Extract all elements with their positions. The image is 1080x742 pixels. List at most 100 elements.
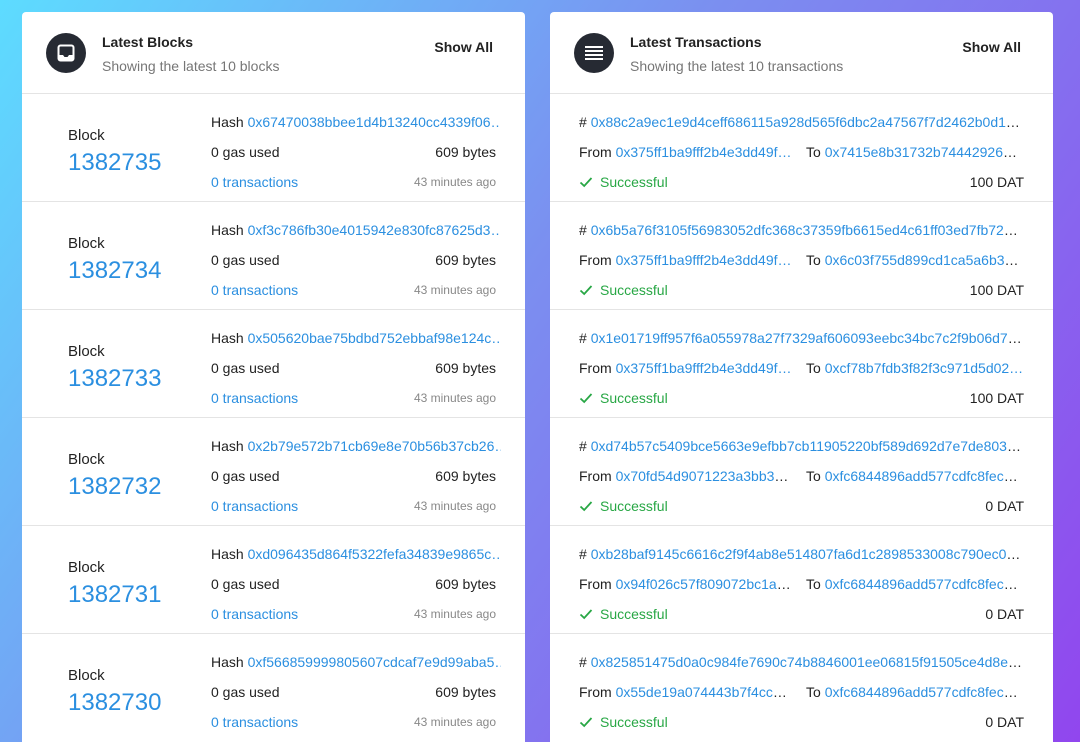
block-size: 609 bytes xyxy=(435,684,496,700)
hash-label: Hash xyxy=(211,654,244,670)
tx-to-line: To 0xcf78b7fdb3f82f3c971d5d02… xyxy=(806,360,1024,376)
tx-to-address-link[interactable]: 0x7415e8b31732b744429267… xyxy=(825,144,1024,160)
tx-from-address-link[interactable]: 0x55de19a074443b7f4cced… xyxy=(616,684,794,700)
block-number-link[interactable]: 1382735 xyxy=(68,149,161,177)
to-label: To xyxy=(806,144,821,160)
block-row: Block 1382730 Hash 0xf566859999805607cdcaf… xyxy=(22,634,525,742)
block-hash-link[interactable]: 0xf3c786fb30e4015942e830fc87625d3… xyxy=(248,222,501,238)
tx-hash-line: # 0xb28baf9145c6616c2f9f4ab8e514807fa6d1… xyxy=(579,546,1025,562)
hash-label: Hash xyxy=(211,114,244,130)
tx-value: 0 DAT xyxy=(985,606,1024,622)
block-age: 43 minutes ago xyxy=(413,283,496,297)
tx-to-line: To 0x6c03f755d899cd1ca5a6b37… xyxy=(806,252,1024,268)
tx-status-text: Successful xyxy=(600,498,668,514)
blocks-panel-header: Latest Blocks Showing the latest 10 bloc… xyxy=(22,12,525,94)
block-hash-line: Hash 0xd096435d864f5322fefa34839e9865c… xyxy=(211,546,501,562)
tx-status-text: Successful xyxy=(600,714,668,730)
block-number-link[interactable]: 1382732 xyxy=(68,473,161,501)
block-label: Block xyxy=(68,127,105,144)
hash-prefix: # xyxy=(579,222,587,238)
from-label: From xyxy=(579,252,612,268)
transactions-panel-subtitle: Showing the latest 10 transactions xyxy=(630,58,844,74)
tx-hash-link[interactable]: 0x1e01719ff957f6a055978a27f7329af606093e… xyxy=(591,330,1025,346)
block-transactions-link[interactable]: 0 transactions xyxy=(211,390,298,406)
block-hash-link[interactable]: 0x67470038bbee1d4b13240cc4339f06… xyxy=(248,114,501,130)
tx-to-line: To 0xfc6844896add577cdfc8fec3… xyxy=(806,468,1024,484)
tx-value: 0 DAT xyxy=(985,714,1024,730)
tx-from-address-link[interactable]: 0x375ff1ba9fff2b4e3dd49f… xyxy=(616,144,792,160)
block-hash-link[interactable]: 0xd096435d864f5322fefa34839e9865c… xyxy=(248,546,501,562)
tx-value: 0 DAT xyxy=(985,498,1024,514)
tx-hash-line: # 0x1e01719ff957f6a055978a27f7329af60609… xyxy=(579,330,1025,346)
transaction-row: # 0x825851475d0a0c984fe7690c74b8846001ee… xyxy=(550,634,1053,742)
blocks-panel-title: Latest Blocks xyxy=(102,34,194,50)
block-transactions-link[interactable]: 0 transactions xyxy=(211,282,298,298)
block-hash-link[interactable]: 0x505620bae75bdbd752ebbaf98e124c… xyxy=(248,330,501,346)
block-hash-link[interactable]: 0xf566859999805607cdcaf7e9d99aba5… xyxy=(248,654,501,670)
block-transactions-link[interactable]: 0 transactions xyxy=(211,174,298,190)
block-hash-line: Hash 0xf566859999805607cdcaf7e9d99aba5… xyxy=(211,654,501,670)
from-label: From xyxy=(579,576,612,592)
block-label: Block xyxy=(68,343,105,360)
block-gas-used: 0 gas used xyxy=(211,468,280,484)
transaction-row: # 0x1e01719ff957f6a055978a27f7329af60609… xyxy=(550,310,1053,418)
check-icon xyxy=(579,717,593,728)
block-hash-link[interactable]: 0x2b79e572b71cb69e8e70b56b37cb26… xyxy=(248,438,501,454)
block-hash-line: Hash 0x505620bae75bdbd752ebbaf98e124c… xyxy=(211,330,501,346)
hash-prefix: # xyxy=(579,654,587,670)
block-gas-used: 0 gas used xyxy=(211,144,280,160)
tx-status: Successful xyxy=(579,282,668,298)
to-label: To xyxy=(806,252,821,268)
tx-to-address-link[interactable]: 0xcf78b7fdb3f82f3c971d5d02… xyxy=(825,360,1024,376)
block-transactions-link[interactable]: 0 transactions xyxy=(211,606,298,622)
tx-to-address-link[interactable]: 0xfc6844896add577cdfc8fec3… xyxy=(825,576,1024,592)
blocks-list: Block 1382735 Hash 0x67470038bbee1d4b13240… xyxy=(22,94,525,742)
check-icon xyxy=(579,501,593,512)
block-hash-line: Hash 0xf3c786fb30e4015942e830fc87625d3… xyxy=(211,222,501,238)
tx-hash-link[interactable]: 0xd74b57c5409bce5663e9efbb7cb11905220bf5… xyxy=(591,438,1025,454)
tx-hash-link[interactable]: 0x825851475d0a0c984fe7690c74b8846001ee06… xyxy=(591,654,1025,670)
block-label: Block xyxy=(68,667,105,684)
tx-status-text: Successful xyxy=(600,606,668,622)
tx-value: 100 DAT xyxy=(969,390,1024,406)
check-icon xyxy=(579,393,593,404)
block-number-link[interactable]: 1382733 xyxy=(68,365,161,393)
tx-status: Successful xyxy=(579,606,668,622)
tx-hash-link[interactable]: 0x6b5a76f3105f56983052dfc368c37359fb6615… xyxy=(591,222,1025,238)
block-transactions-link[interactable]: 0 transactions xyxy=(211,714,298,730)
hash-prefix: # xyxy=(579,546,587,562)
block-transactions-link[interactable]: 0 transactions xyxy=(211,498,298,514)
tx-to-address-link[interactable]: 0xfc6844896add577cdfc8fec3… xyxy=(825,468,1024,484)
block-number-link[interactable]: 1382730 xyxy=(68,689,161,717)
blocks-panel-subtitle: Showing the latest 10 blocks xyxy=(102,58,280,74)
tx-from-address-link[interactable]: 0x94f026c57f809072bc1ac… xyxy=(616,576,794,592)
tx-to-address-link[interactable]: 0xfc6844896add577cdfc8fec3… xyxy=(825,684,1024,700)
from-label: From xyxy=(579,144,612,160)
tx-hash-link[interactable]: 0x88c2a9ec1e9d4ceff686115a928d565f6dbc2a… xyxy=(591,114,1025,130)
tx-from-line: From 0x375ff1ba9fff2b4e3dd49f… xyxy=(579,144,794,160)
from-label: From xyxy=(579,684,612,700)
latest-blocks-panel: Latest Blocks Showing the latest 10 bloc… xyxy=(22,12,525,742)
block-number-link[interactable]: 1382734 xyxy=(68,257,161,285)
transactions-panel-title: Latest Transactions xyxy=(630,34,762,50)
block-age: 43 minutes ago xyxy=(413,607,496,621)
tx-from-address-link[interactable]: 0x375ff1ba9fff2b4e3dd49f… xyxy=(616,252,792,268)
to-label: To xyxy=(806,576,821,592)
tx-value: 100 DAT xyxy=(969,282,1024,298)
block-row: Block 1382732 Hash 0x2b79e572b71cb69e8e70b… xyxy=(22,418,525,526)
tx-hash-line: # 0x6b5a76f3105f56983052dfc368c37359fb66… xyxy=(579,222,1025,238)
hash-label: Hash xyxy=(211,546,244,562)
block-size: 609 bytes xyxy=(435,252,496,268)
block-number-link[interactable]: 1382731 xyxy=(68,581,161,609)
tx-from-address-link[interactable]: 0x375ff1ba9fff2b4e3dd49f… xyxy=(616,360,792,376)
tx-to-address-link[interactable]: 0x6c03f755d899cd1ca5a6b37… xyxy=(825,252,1024,268)
tx-hash-line: # 0xd74b57c5409bce5663e9efbb7cb11905220b… xyxy=(579,438,1025,454)
tx-from-address-link[interactable]: 0x70fd54d9071223a3bb31… xyxy=(616,468,794,484)
from-label: From xyxy=(579,468,612,484)
tx-hash-line: # 0x88c2a9ec1e9d4ceff686115a928d565f6dbc… xyxy=(579,114,1025,130)
tx-hash-link[interactable]: 0xb28baf9145c6616c2f9f4ab8e514807fa6d1c2… xyxy=(591,546,1025,562)
block-age: 43 minutes ago xyxy=(413,715,496,729)
blocks-show-all-button[interactable]: Show All xyxy=(434,39,493,55)
block-age: 43 minutes ago xyxy=(413,391,496,405)
transactions-show-all-button[interactable]: Show All xyxy=(962,39,1021,55)
